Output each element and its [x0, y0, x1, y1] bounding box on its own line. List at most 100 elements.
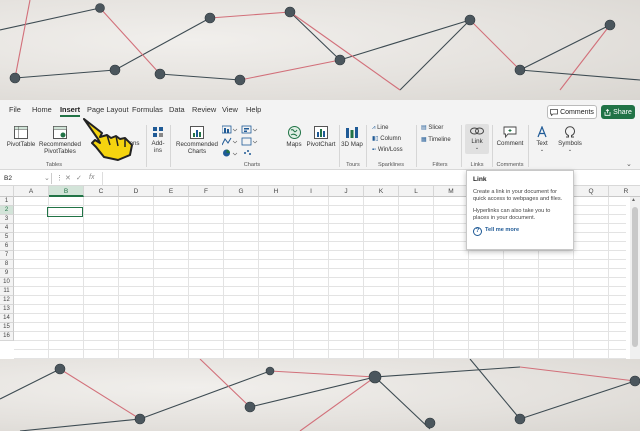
insert-function-icon[interactable]: fx: [89, 174, 94, 181]
tab-page-layout[interactable]: Page Layout: [87, 105, 129, 114]
ribbon-separator: [416, 125, 417, 167]
column-header-d[interactable]: D: [119, 186, 154, 197]
share-button[interactable]: Share: [601, 105, 635, 119]
row-header-8[interactable]: 8: [0, 260, 14, 269]
row-header-13[interactable]: 13: [0, 305, 14, 314]
row-header-3[interactable]: 3: [0, 215, 14, 224]
addins-button[interactable]: Add-ins: [148, 126, 168, 154]
column-header-l[interactable]: L: [399, 186, 434, 197]
pivotchart-button[interactable]: PivotChart: [305, 126, 337, 148]
tours-group-label: Tours: [346, 162, 360, 168]
row-header-15[interactable]: 15: [0, 323, 14, 332]
sparkline-line-button[interactable]: ⩘ Line: [372, 125, 388, 132]
column-header-m[interactable]: M: [434, 186, 469, 197]
new-comment-icon: [503, 126, 517, 138]
tab-data[interactable]: Data: [169, 105, 185, 114]
slicer-button[interactable]: ▤ Slicer: [421, 125, 443, 132]
sparkline-column-button[interactable]: ▮▯ Column: [372, 136, 401, 143]
symbols-label: Symbols: [558, 140, 582, 147]
row-header-6[interactable]: 6: [0, 242, 14, 251]
comment-button[interactable]: Comment: [494, 126, 526, 147]
maps-label: Maps: [286, 141, 302, 148]
tab-file[interactable]: File: [9, 105, 21, 114]
row-header-4[interactable]: 4: [0, 224, 14, 233]
row-header-10[interactable]: 10: [0, 278, 14, 287]
column-header-r[interactable]: R: [609, 186, 640, 197]
sparklines-group-label: Sparklines: [377, 162, 405, 168]
maps-button[interactable]: Maps: [284, 126, 304, 148]
selected-cell[interactable]: [47, 207, 83, 217]
comments-group-label: Comments: [496, 162, 524, 168]
symbols-dropdown-icon: ⌄: [567, 147, 573, 153]
recommended-charts-button[interactable]: Recommended Charts: [174, 126, 220, 155]
filters-group-label: Filters: [432, 162, 448, 168]
link-tooltip: Link Create a link in your document for …: [466, 170, 574, 250]
ribbon-separator: [461, 125, 462, 167]
row-header-11[interactable]: 11: [0, 287, 14, 296]
pivotchart-label: PivotChart: [306, 141, 336, 148]
scrollbar-thumb[interactable]: [632, 207, 638, 347]
name-box-dropdown-icon[interactable]: ⌄: [44, 174, 50, 182]
column-header-i[interactable]: I: [294, 186, 329, 197]
row-header-2[interactable]: 2: [0, 206, 14, 215]
tab-view[interactable]: View: [222, 105, 238, 114]
column-header-h[interactable]: H: [259, 186, 294, 197]
select-all-corner[interactable]: [0, 186, 14, 197]
column-header-j[interactable]: J: [329, 186, 364, 197]
ribbon-separator: [339, 125, 340, 167]
link-button[interactable]: Link ⌄: [465, 124, 489, 154]
recommended-pivottables-button[interactable]: Recommended PivotTables: [38, 126, 82, 155]
pivottable-icon: [14, 126, 28, 139]
tell-me-more-link[interactable]: ? Tell me more: [473, 226, 567, 236]
row-header-12[interactable]: 12: [0, 296, 14, 305]
tab-insert[interactable]: Insert: [60, 105, 81, 117]
scroll-up-icon[interactable]: ▲: [631, 197, 636, 203]
tooltip-description: Create a link in your document for quick…: [473, 188, 563, 203]
enter-icon[interactable]: ✓: [76, 174, 82, 182]
row-header-16[interactable]: 16: [0, 332, 14, 341]
column-header-k[interactable]: K: [364, 186, 399, 197]
column-header-a[interactable]: A: [14, 186, 49, 197]
column-header-c[interactable]: C: [84, 186, 119, 197]
recommended-pivottables-label: Recommended PivotTables: [39, 141, 81, 155]
row-header-1[interactable]: 1: [0, 197, 14, 206]
row-header-14[interactable]: 14: [0, 314, 14, 323]
row-header-7[interactable]: 7: [0, 251, 14, 260]
comments-button[interactable]: Comments: [547, 105, 597, 119]
timeline-label: Timeline: [428, 137, 451, 143]
row-header-9[interactable]: 9: [0, 269, 14, 278]
sparkline-winloss-label: Win/Loss: [377, 147, 403, 153]
timeline-button[interactable]: ▦ Timeline: [421, 137, 451, 144]
3d-map-icon: [346, 127, 358, 138]
pivottable-button[interactable]: PivotTable: [6, 126, 36, 148]
ribbon-separator: [492, 125, 493, 167]
pivottable-label: PivotTable: [6, 141, 36, 148]
cancel-icon[interactable]: ✕: [65, 174, 71, 182]
tab-review[interactable]: Review: [192, 105, 216, 114]
3d-map-button[interactable]: 3D Map: [341, 126, 363, 148]
column-header-q[interactable]: Q: [574, 186, 609, 197]
globe-icon: [287, 126, 301, 139]
hand-cursor-icon: [83, 118, 133, 161]
recommended-pivottables-icon: [53, 126, 67, 139]
ribbon-collapse-chevron-icon[interactable]: ⌄: [626, 160, 632, 168]
tab-formulas[interactable]: Formulas: [132, 105, 163, 114]
symbols-button[interactable]: Symbols ⌄: [556, 126, 584, 154]
tooltip-hyperlinks-note: Hyperlinks can also take you to places i…: [473, 207, 551, 222]
pivotchart-icon: [314, 126, 328, 139]
addins-label: Add-ins: [151, 140, 165, 154]
text-button[interactable]: Text ⌄: [531, 126, 553, 154]
sparkline-winloss-button[interactable]: ▪▫ Win/Loss: [372, 147, 403, 154]
column-header-b[interactable]: B: [49, 186, 84, 197]
column-header-e[interactable]: E: [154, 186, 189, 197]
column-header-f[interactable]: F: [189, 186, 224, 197]
comments-button-label: Comments: [560, 108, 594, 116]
vertical-scrollbar[interactable]: ▲: [630, 197, 640, 359]
row-header-5[interactable]: 5: [0, 233, 14, 242]
link-icon: [470, 127, 484, 135]
3d-map-label: 3D Map: [341, 141, 363, 148]
tab-help[interactable]: Help: [246, 105, 261, 114]
column-header-g[interactable]: G: [224, 186, 259, 197]
chart-type-icons[interactable]: [222, 125, 272, 157]
tab-home[interactable]: Home: [32, 105, 52, 114]
